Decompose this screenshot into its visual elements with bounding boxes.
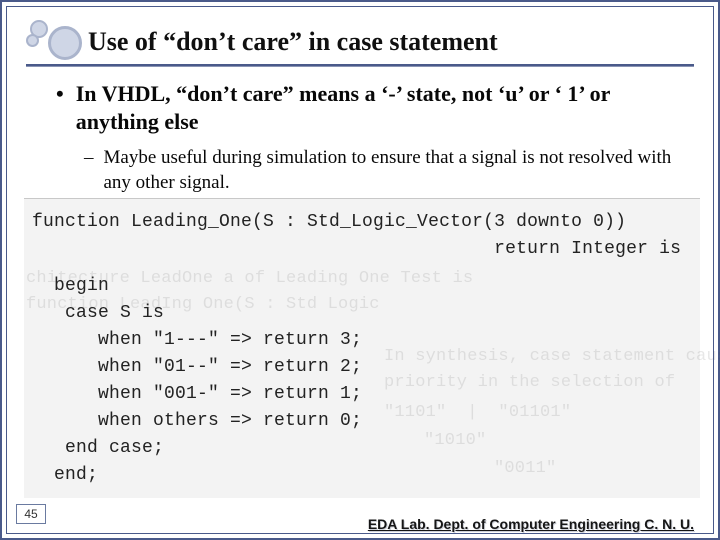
code-line: when "001-" => return 1; [32,381,692,408]
code-line: function Leading_One(S : Std_Logic_Vecto… [32,209,692,236]
bullet-dash-icon: – [84,146,94,195]
bullet-level-2: – Maybe useful during simulation to ensu… [84,146,678,195]
bullet-2-text: Maybe useful during simulation to ensure… [104,146,679,195]
code-line: end; [32,462,692,489]
bullet-circles-icon [26,20,82,64]
code-line: end case; [32,435,692,462]
slide-title: Use of “don’t care” in case statement [88,27,498,57]
code-line: when "01--" => return 2; [32,354,692,381]
code-line: begin [32,273,692,300]
code-line: return Integer is [32,236,692,263]
slide-number: 45 [16,504,46,524]
code-line: when others => return 0; [32,408,692,435]
slide: Use of “don’t care” in case statement • … [0,0,720,540]
footer-text: EDA Lab. Dept. of Computer Engineering C… [368,516,694,532]
code-figure: chitecture LeadOne a of Leading One Test… [24,198,700,498]
bullet-1-text: In VHDL, “don’t care” means a ‘-’ state,… [76,80,678,136]
body: • In VHDL, “don’t care” means a ‘-’ stat… [56,80,678,195]
code-line: when "1---" => return 3; [32,327,692,354]
header: Use of “don’t care” in case statement [26,16,694,68]
bullet-dot-icon: • [56,80,64,136]
code-blank [32,263,692,273]
title-underline [26,64,694,67]
bullet-level-1: • In VHDL, “don’t care” means a ‘-’ stat… [56,80,678,136]
code-line: case S is [32,300,692,327]
